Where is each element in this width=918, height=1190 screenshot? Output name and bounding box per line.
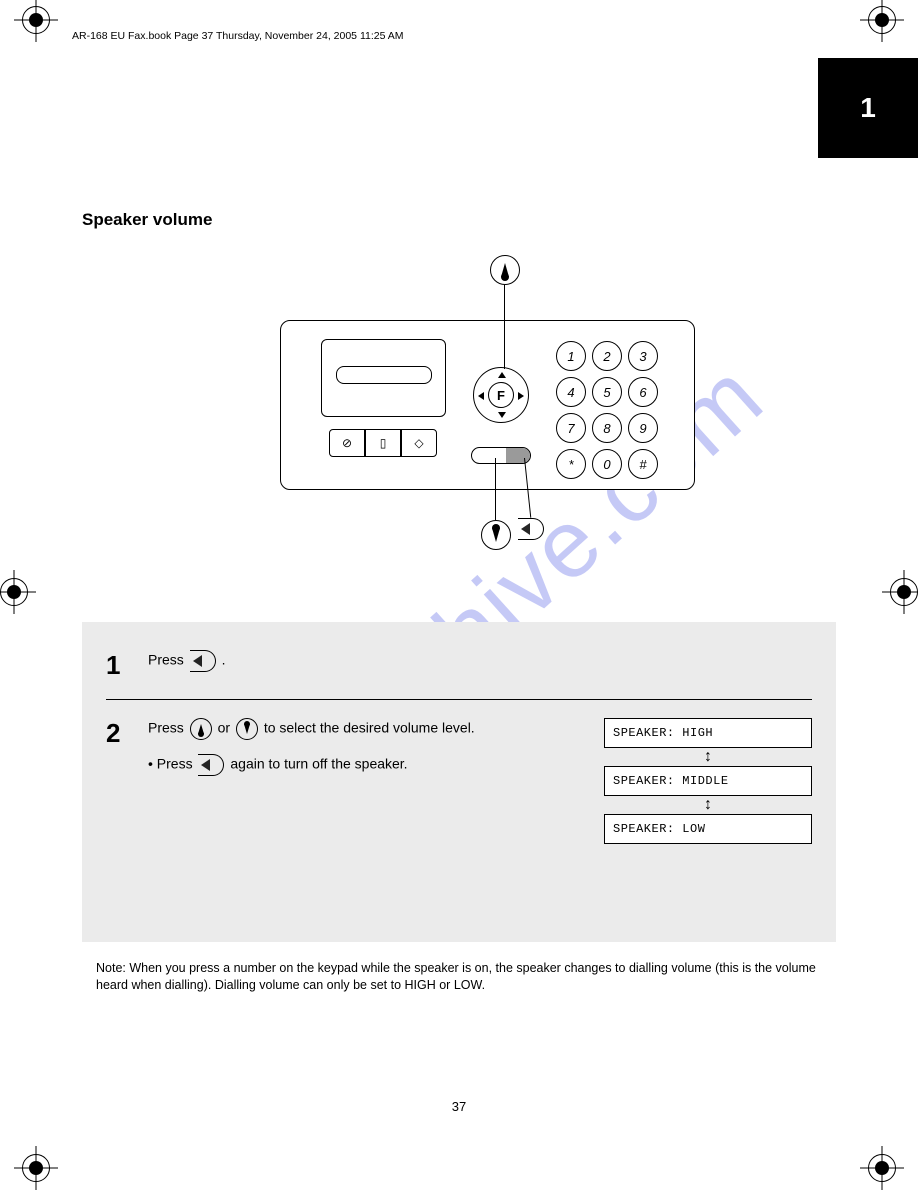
keypad-key: * — [556, 449, 586, 479]
updown-arrow-icon: ↕ — [604, 748, 812, 766]
step-number: 2 — [106, 718, 136, 844]
speaker-icon — [198, 754, 224, 776]
button-row: ⊘ ▯ ◇ — [329, 429, 437, 457]
callout-speaker — [518, 518, 544, 540]
step-text: or — [218, 720, 230, 736]
lcd-panel — [321, 339, 446, 417]
print-timestamp: AR-168 EU Fax.book Page 37 Thursday, Nov… — [72, 30, 404, 42]
arrow-down-icon — [236, 718, 258, 740]
keypad-key: 1 — [556, 341, 586, 371]
step-text: to select the desired volume level. — [264, 720, 475, 736]
stop-button-icon: ⊘ — [329, 429, 365, 457]
arrow-down-icon — [498, 412, 506, 418]
steps-panel: 1 Press . 2 Press or to select the desir… — [82, 622, 836, 942]
dpad-center-button: F — [488, 382, 514, 408]
arrow-up-icon — [498, 372, 506, 378]
lcd-readout: SPEAKER: MIDDLE — [604, 766, 812, 796]
step-text: . — [222, 652, 226, 668]
numeric-keypad: 1 2 3 4 5 6 7 8 9 * 0 # — [556, 341, 666, 479]
keypad-key: # — [628, 449, 658, 479]
keypad-key: 4 — [556, 377, 586, 407]
lcd-examples: SPEAKER: HIGH ↕ SPEAKER: MIDDLE ↕ SPEAKE… — [592, 718, 812, 844]
regmark-icon — [14, 1146, 58, 1190]
keypad-key: 7 — [556, 413, 586, 443]
lcd-readout: SPEAKER: HIGH — [604, 718, 812, 748]
regmark-icon — [860, 0, 904, 42]
keypad-key: 2 — [592, 341, 622, 371]
speaker-icon — [518, 518, 544, 540]
device-illustration: ⊘ ▯ ◇ F 1 2 3 4 5 6 7 8 9 * 0 # — [280, 320, 695, 490]
lcd-readout: SPEAKER: LOW — [604, 814, 812, 844]
page-number: 37 — [0, 1099, 918, 1114]
arrow-up-icon — [190, 718, 212, 740]
keypad-key: 0 — [592, 449, 622, 479]
updown-arrow-icon: ↕ — [604, 796, 812, 814]
step-note: Press — [157, 756, 193, 772]
speaker-button — [471, 447, 531, 464]
keypad-key: 9 — [628, 413, 658, 443]
footnote: Note: When you press a number on the key… — [96, 960, 816, 994]
regmark-icon — [14, 0, 58, 42]
copy-button-icon: ▯ — [365, 429, 401, 457]
chapter-number-box: 1 — [818, 58, 918, 158]
step-2: 2 Press or to select the desired volume … — [106, 699, 812, 862]
speaker-icon — [190, 650, 216, 672]
callout-down-arrow — [481, 520, 511, 550]
step-text: Press — [148, 652, 184, 668]
dpad: F — [473, 367, 529, 423]
arrow-right-icon — [518, 392, 524, 400]
step-number: 1 — [106, 650, 136, 681]
arrow-left-icon — [478, 392, 484, 400]
keypad-key: 3 — [628, 341, 658, 371]
start-button-icon: ◇ — [401, 429, 437, 457]
lcd-window — [336, 366, 432, 384]
callout-up-arrow — [490, 255, 520, 285]
section-heading: Speaker volume — [82, 210, 212, 230]
keypad-key: 5 — [592, 377, 622, 407]
regmark-icon — [882, 570, 918, 614]
keypad-key: 8 — [592, 413, 622, 443]
step-text: Press — [148, 720, 184, 736]
step-1: 1 Press . — [106, 640, 812, 699]
keypad-key: 6 — [628, 377, 658, 407]
regmark-icon — [860, 1146, 904, 1190]
step-note: again to turn off the speaker. — [230, 756, 407, 772]
regmark-icon — [0, 570, 36, 614]
